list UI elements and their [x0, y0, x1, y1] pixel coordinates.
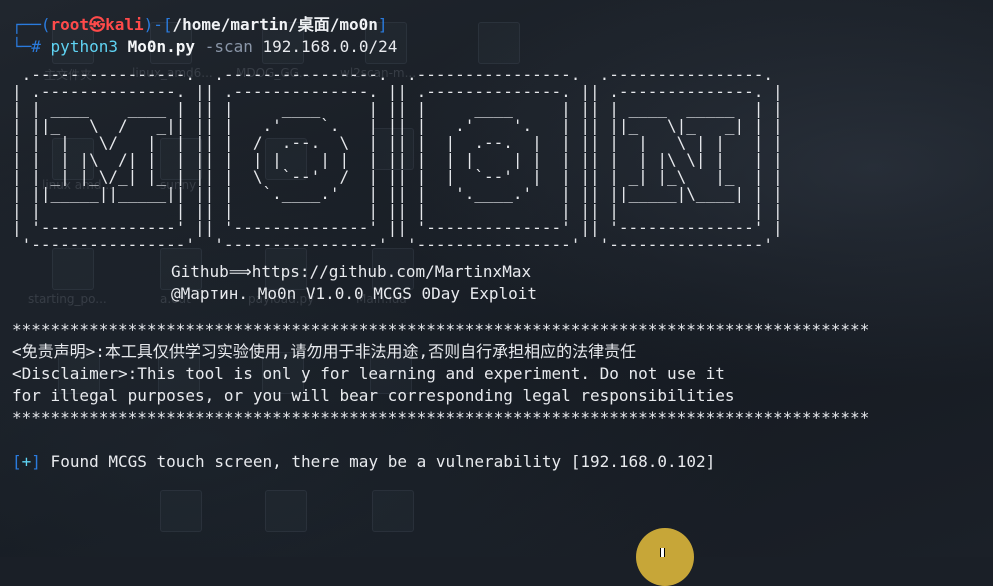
result-bracket-open: [	[12, 452, 22, 471]
command-script: Mo0n.py	[127, 37, 196, 56]
result-message: Found MCGS touch screen, there may be a …	[40, 452, 716, 471]
disclaimer-zh: <免责声明>:本工具仅供学习实验使用,请勿用于非法用途,否则自行承担相应的法律责…	[12, 342, 637, 361]
prompt-path: /home/martin/桌面/mo0n	[172, 15, 378, 34]
prompt-mid: )-[	[143, 15, 173, 34]
prompt-close-bracket: ]	[377, 15, 388, 34]
command-target: 192.168.0.0/24	[262, 37, 398, 56]
banner-ascii-art: .----------------. .----------------. .-…	[12, 65, 783, 254]
disclaimer-en-line1: <Disclaimer>:This tool is onl y for lear…	[12, 364, 725, 383]
result-bracket-close: ]	[31, 452, 41, 471]
command-line: └─# python3 Mo0n.py -scan 192.168.0.0/24	[12, 36, 993, 58]
disclaimer-divider-top: ****************************************…	[12, 320, 870, 339]
disclaimer-en-line2: for illegal purposes, or you will bear c…	[12, 386, 735, 405]
prompt-hash: └─#	[12, 37, 41, 56]
disclaimer-divider-bottom: ****************************************…	[12, 408, 870, 427]
command-name: python3	[50, 37, 118, 56]
terminal-output[interactable]: ┌──(root㉿kali)-[/home/martin/桌面/mo0n] └─…	[12, 14, 993, 473]
prompt-user: root㉿kali	[50, 15, 144, 34]
command-flag: -scan	[204, 37, 253, 56]
text-cursor-icon	[660, 548, 665, 557]
scan-result-line: [+] Found MCGS touch screen, there may b…	[12, 451, 993, 473]
prompt-line: ┌──(root㉿kali)-[/home/martin/桌面/mo0n]	[12, 14, 993, 36]
prompt-open-bracket: ┌──(	[12, 15, 51, 34]
cursor-highlight	[636, 528, 694, 586]
author-line: @Мартин. Mo0n V1.0.0 MCGS 0Day Exploit	[171, 284, 538, 303]
github-line: Github⟹https://github.com/MartinxMax	[171, 262, 532, 281]
result-plus-icon: +	[21, 452, 32, 471]
